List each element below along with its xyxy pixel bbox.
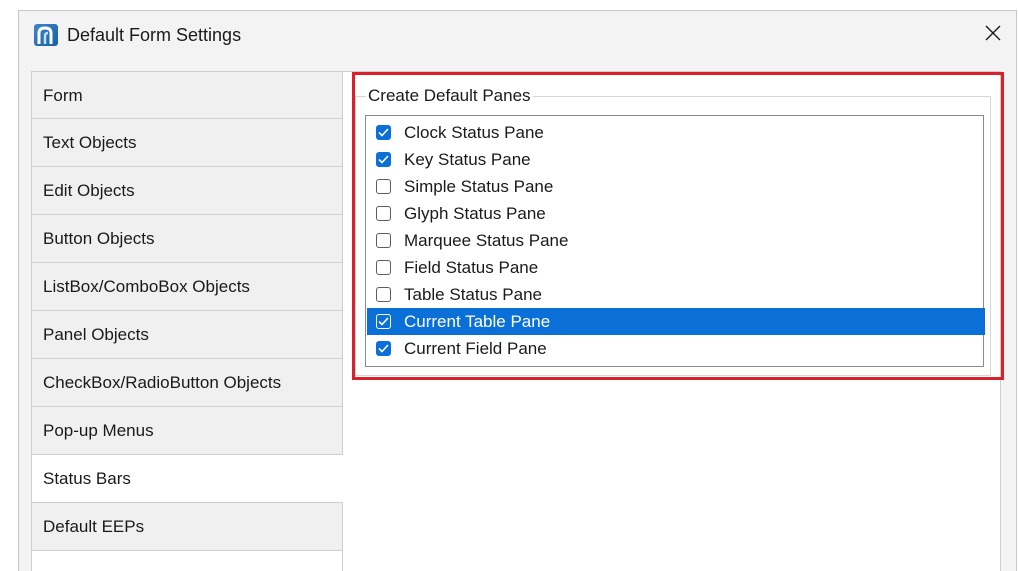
close-button[interactable] — [970, 11, 1016, 55]
panes-checklist[interactable]: Clock Status Pane Key Status Pane Simple S… — [365, 115, 985, 367]
list-item-label: Table Status Pane — [404, 284, 542, 304]
list-item-label: Marquee Status Pane — [404, 230, 569, 250]
checkmark-icon — [378, 317, 389, 326]
tab-button-objects[interactable]: Button Objects — [31, 215, 343, 263]
checkbox-checked[interactable] — [376, 125, 391, 140]
checkbox-unchecked[interactable] — [376, 179, 391, 194]
list-item[interactable]: Current Table Pane — [367, 308, 985, 335]
tab-list-filler — [31, 551, 343, 571]
list-item[interactable]: Glyph Status Pane — [367, 200, 985, 227]
list-item[interactable]: Current Field Pane — [367, 335, 985, 362]
tab-checkbox-radiobutton-objects[interactable]: CheckBox/RadioButton Objects — [31, 359, 343, 407]
checkmark-icon — [378, 128, 389, 137]
list-item[interactable]: Key Status Pane — [367, 146, 985, 173]
checkbox-unchecked[interactable] — [376, 260, 391, 275]
list-item[interactable]: Marquee Status Pane — [367, 227, 985, 254]
close-icon — [985, 25, 1001, 41]
list-item[interactable]: Table Status Pane — [367, 281, 985, 308]
list-item-label: Field Status Pane — [404, 257, 539, 277]
checkbox-checked[interactable] — [376, 314, 391, 329]
checkbox-unchecked[interactable] — [376, 233, 391, 248]
status-bars-panel: Create Default Panes Clock Status Pane Ke… — [343, 71, 1001, 571]
list-item-label: Key Status Pane — [404, 149, 531, 169]
tab-status-bars[interactable]: Status Bars — [31, 455, 344, 503]
title-bar[interactable]: Default Form Settings — [19, 11, 1016, 61]
checkbox-checked[interactable] — [376, 341, 391, 356]
tab-panel-objects[interactable]: Panel Objects — [31, 311, 343, 359]
checkbox-checked[interactable] — [376, 152, 391, 167]
list-item-label: Current Table Pane — [404, 311, 551, 331]
list-item-label: Current Field Pane — [404, 338, 547, 358]
tab-text-objects[interactable]: Text Objects — [31, 119, 343, 167]
list-item-label: Clock Status Pane — [404, 122, 544, 142]
checkmark-icon — [378, 344, 389, 353]
dialog-window: Default Form Settings Form Text Objects Ed… — [18, 10, 1017, 571]
checkbox-unchecked[interactable] — [376, 287, 391, 302]
window-title: Default Form Settings — [67, 25, 242, 45]
tab-pop-up-menus[interactable]: Pop-up Menus — [31, 407, 343, 455]
checkbox-unchecked[interactable] — [376, 206, 391, 221]
list-item[interactable]: Clock Status Pane — [367, 119, 985, 146]
checkmark-icon — [378, 155, 389, 164]
list-item[interactable]: Simple Status Pane — [367, 173, 985, 200]
tab-form[interactable]: Form — [31, 71, 343, 119]
tab-default-eeps[interactable]: Default EEPs — [31, 503, 343, 551]
tab-edit-objects[interactable]: Edit Objects — [31, 167, 343, 215]
create-default-panes-group: Create Default Panes Clock Status Pane Ke… — [355, 86, 991, 376]
dialog-content: Form Text Objects Edit Objects Button Objec… — [31, 71, 1016, 571]
category-tab-list: Form Text Objects Edit Objects Button Objec… — [31, 71, 344, 571]
tab-listbox-combobox-objects[interactable]: ListBox/ComboBox Objects — [31, 263, 343, 311]
list-item-label: Glyph Status Pane — [404, 203, 546, 223]
app-logo-icon — [34, 24, 58, 46]
list-item-label: Simple Status Pane — [404, 176, 554, 196]
group-legend: Create Default Panes — [366, 86, 533, 106]
list-item[interactable]: Field Status Pane — [367, 254, 985, 281]
